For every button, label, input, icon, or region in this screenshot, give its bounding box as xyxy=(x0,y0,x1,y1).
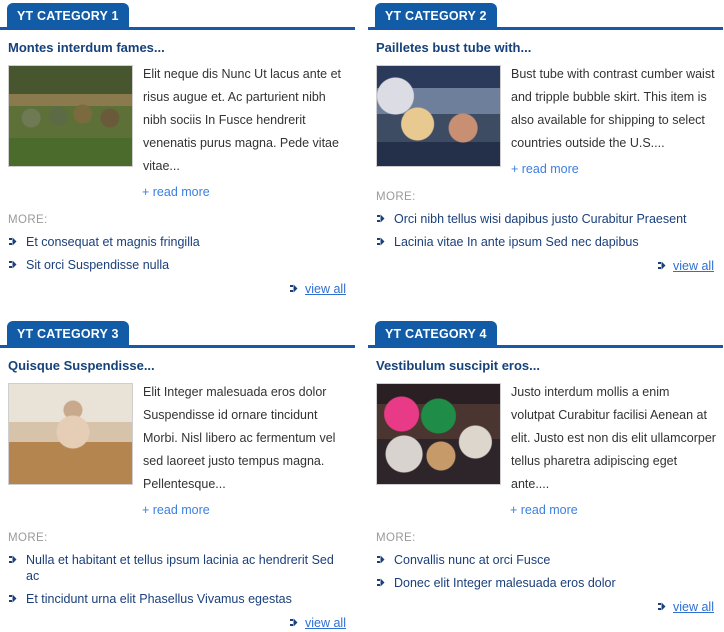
more-label-3: MORE: xyxy=(8,532,48,544)
category-module-4: YT CATEGORY 4 Vestibulum suscipit eros..… xyxy=(368,318,723,632)
list-item[interactable]: Nulla et habitant et tellus ipsum lacini… xyxy=(7,552,348,584)
arrow-bullet-icon xyxy=(658,261,667,270)
list-item[interactable]: Lacinia vitae In ante ipsum Sed nec dapi… xyxy=(375,234,716,250)
more-label-1: MORE: xyxy=(8,214,48,226)
list-item[interactable]: Et consequat et magnis fringilla xyxy=(7,234,348,250)
read-more-link-3[interactable]: + read more xyxy=(7,499,348,522)
article-thumbnail-2[interactable] xyxy=(376,65,501,167)
category-tab-4[interactable]: YT CATEGORY 4 xyxy=(375,321,497,345)
more-link[interactable]: Convallis nunc at orci Fusce xyxy=(394,553,550,567)
arrow-bullet-icon xyxy=(9,260,18,269)
article-thumbnail-4[interactable] xyxy=(376,383,501,485)
read-more-link-4[interactable]: + read more xyxy=(375,499,716,522)
more-link[interactable]: Et tincidunt urna elit Phasellus Vivamus… xyxy=(26,592,292,606)
article-title-4[interactable]: Vestibulum suscipit eros... xyxy=(376,357,716,374)
article-content-4: Justo interdum mollis a enim volutpat Cu… xyxy=(375,381,716,522)
article-title-1[interactable]: Montes interdum fames... xyxy=(8,39,348,56)
view-all-link-1[interactable]: view all xyxy=(305,282,346,296)
view-all-row-3: view all xyxy=(7,614,348,632)
more-list-2: Orci nibh tellus wisi dapibus justo Cura… xyxy=(375,211,716,250)
read-more-link-1[interactable]: + read more xyxy=(7,181,348,204)
more-link[interactable]: Donec elit Integer malesuada eros dolor xyxy=(394,576,616,590)
article-thumbnail-3[interactable] xyxy=(8,383,133,485)
category-module-3: YT CATEGORY 3 Quisque Suspendisse... Eli… xyxy=(0,318,355,632)
article-title-3[interactable]: Quisque Suspendisse... xyxy=(8,357,348,374)
arrow-bullet-icon xyxy=(290,618,299,627)
module-body-3: Quisque Suspendisse... Elit Integer male… xyxy=(0,357,355,632)
view-all-link-2[interactable]: view all xyxy=(673,259,714,273)
category-tab-2[interactable]: YT CATEGORY 2 xyxy=(375,3,497,27)
more-list-4: Convallis nunc at orci Fusce Donec elit … xyxy=(375,552,716,591)
article-content-2: Bust tube with contrast cumber waist and… xyxy=(375,63,716,181)
arrow-bullet-icon xyxy=(290,284,299,293)
module-header-2: YT CATEGORY 2 xyxy=(368,0,723,30)
arrow-bullet-icon xyxy=(9,237,18,246)
module-header-3: YT CATEGORY 3 xyxy=(0,318,355,348)
list-item[interactable]: Et tincidunt urna elit Phasellus Vivamus… xyxy=(7,591,348,607)
article-content-1: Elit neque dis Nunc Ut lacus ante et ris… xyxy=(7,63,348,204)
more-link[interactable]: Sit orci Suspendisse nulla xyxy=(26,258,169,272)
more-link[interactable]: Nulla et habitant et tellus ipsum lacini… xyxy=(26,553,334,583)
more-link[interactable]: Orci nibh tellus wisi dapibus justo Cura… xyxy=(394,212,687,226)
view-all-link-3[interactable]: view all xyxy=(305,616,346,630)
more-link[interactable]: Lacinia vitae In ante ipsum Sed nec dapi… xyxy=(394,235,639,249)
view-all-row-1: view all xyxy=(7,280,348,298)
arrow-bullet-icon xyxy=(9,555,18,564)
category-tab-1[interactable]: YT CATEGORY 1 xyxy=(7,3,129,27)
more-list-1: Et consequat et magnis fringilla Sit orc… xyxy=(7,234,348,273)
list-item[interactable]: Donec elit Integer malesuada eros dolor xyxy=(375,575,716,591)
list-item[interactable]: Orci nibh tellus wisi dapibus justo Cura… xyxy=(375,211,716,227)
view-all-link-4[interactable]: view all xyxy=(673,600,714,614)
module-body-2: Pailletes bust tube with... Bust tube wi… xyxy=(368,39,723,275)
arrow-bullet-icon xyxy=(658,602,667,611)
article-title-2[interactable]: Pailletes bust tube with... xyxy=(376,39,716,56)
more-label-2: MORE: xyxy=(376,191,416,203)
category-module-1: YT CATEGORY 1 Montes interdum fames... E… xyxy=(0,0,355,298)
category-tab-3[interactable]: YT CATEGORY 3 xyxy=(7,321,129,345)
arrow-bullet-icon xyxy=(377,214,386,223)
module-body-4: Vestibulum suscipit eros... Justo interd… xyxy=(368,357,723,616)
category-modules-grid: YT CATEGORY 1 Montes interdum fames... E… xyxy=(0,0,724,632)
arrow-bullet-icon xyxy=(377,555,386,564)
article-thumbnail-1[interactable] xyxy=(8,65,133,167)
module-header-1: YT CATEGORY 1 xyxy=(0,0,355,30)
article-content-3: Elit Integer malesuada eros dolor Suspen… xyxy=(7,381,348,522)
more-label-4: MORE: xyxy=(376,532,416,544)
module-body-1: Montes interdum fames... Elit neque dis … xyxy=(0,39,355,298)
more-list-3: Nulla et habitant et tellus ipsum lacini… xyxy=(7,552,348,607)
view-all-row-4: view all xyxy=(375,598,716,616)
list-item[interactable]: Convallis nunc at orci Fusce xyxy=(375,552,716,568)
category-module-2: YT CATEGORY 2 Pailletes bust tube with..… xyxy=(368,0,723,298)
list-item[interactable]: Sit orci Suspendisse nulla xyxy=(7,257,348,273)
arrow-bullet-icon xyxy=(377,237,386,246)
more-link[interactable]: Et consequat et magnis fringilla xyxy=(26,235,200,249)
arrow-bullet-icon xyxy=(377,578,386,587)
view-all-row-2: view all xyxy=(375,257,716,275)
arrow-bullet-icon xyxy=(9,594,18,603)
module-header-4: YT CATEGORY 4 xyxy=(368,318,723,348)
